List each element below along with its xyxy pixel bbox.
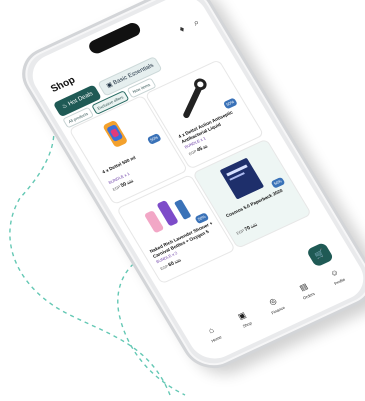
nav-orders[interactable]: ▤ Orders	[290, 278, 326, 310]
price: EGP 70 140	[235, 222, 258, 236]
bell-icon[interactable]: ♦	[177, 24, 186, 35]
nav-home[interactable]: ⌂ Home	[197, 321, 233, 353]
cart-icon: 🛒	[312, 248, 327, 261]
nav-profile[interactable]: ☺ Profile	[320, 263, 356, 295]
cart-button[interactable]: 🛒	[305, 241, 335, 268]
nav-finance[interactable]: ◎ Finance	[259, 292, 295, 324]
search-icon[interactable]: ⌕	[191, 17, 201, 29]
nav-shop[interactable]: ▣ Shop	[228, 307, 264, 339]
page-title: Shop	[48, 74, 78, 95]
